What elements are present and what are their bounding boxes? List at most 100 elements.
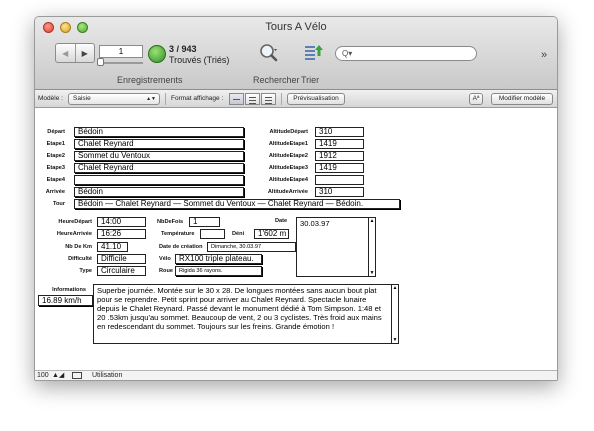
date-creation-label: Date de création [159,244,203,250]
type-field[interactable]: Circulaire [97,266,146,276]
found-count: 3 / 943 [169,44,197,54]
alt-etape4-label: AltitudeEtape4 [268,177,308,183]
roue-label: Roue [159,268,173,274]
layout-label: Modèle : [38,95,63,102]
etape1-field[interactable]: Chalet Reynard [74,139,244,149]
record-slider-knob[interactable] [97,58,104,66]
etape4-label: Etape4 [46,177,65,183]
edit-layout-button[interactable]: Modifier modèle [491,93,553,105]
sort-icon[interactable] [303,43,325,63]
tour-field[interactable]: Bédoin — Chalet Reynard — Sommet du Vent… [74,199,400,209]
temperature-label: Température [161,231,195,237]
quick-find-input[interactable]: Q▾ [335,46,477,61]
etape2-label: Etape2 [46,153,65,159]
date-value: 30.03.97 [300,219,330,228]
sort-label[interactable]: Trier [301,75,319,85]
date-field[interactable]: 30.03.97 ▲ ▼ [296,217,376,277]
alt-etape3-label: AltitudeEtape3 [268,165,308,171]
toolbar: Tours A Vélo ◀ ▶ 1 3 / 943 Trouvés (Trié… [35,17,557,90]
alt-etape2-label: AltitudeEtape2 [268,153,308,159]
depart-field[interactable]: Bédoin [74,127,244,137]
record-slider[interactable] [99,62,143,64]
alt-etape2-field[interactable]: 1912 [315,151,364,161]
list-view-icon[interactable] [245,93,260,105]
previous-record-icon[interactable]: ◀ [56,44,76,62]
magnifier-icon[interactable] [258,43,280,63]
deni-field[interactable]: 1'602 m [254,229,289,239]
etape2-field[interactable]: Sommet du Ventoux [74,151,244,161]
heure-arrivee-label: HeureArrivée [56,231,92,237]
scroll-up-icon[interactable]: ▲ [369,218,375,224]
scroll-up-icon[interactable]: ▲ [392,285,398,291]
view-as-label: Format affichage : [171,95,224,102]
alt-depart-label: AltitudeDépart [269,129,308,135]
found-set-pie-icon[interactable] [148,45,166,63]
alt-arrivee-field[interactable]: 310 [315,187,364,197]
deni-label: Déni [232,231,245,237]
type-label: Type [79,268,92,274]
roue-field[interactable]: Rigida 36 rayons. [175,266,262,276]
records-label: Enregistrements [117,75,183,85]
table-view-icon[interactable] [261,93,276,105]
status-bar: 100 ▲◢ Utilisation [35,370,557,380]
tour-label: Tour [52,201,65,207]
difficulte-label: Difficulté [68,256,92,262]
heure-depart-field[interactable]: 14:00 [97,217,146,227]
layout-select-value: Saisie [73,95,91,102]
nb-de-fois-field[interactable]: 1 [189,217,220,227]
temperature-field[interactable] [200,229,225,239]
separator [281,93,282,105]
more-tools-icon[interactable]: » [541,49,547,61]
scroll-down-icon[interactable]: ▼ [392,337,398,343]
arrivee-field[interactable]: Bédoin [74,187,244,197]
alt-etape1-field[interactable]: 1419 [315,139,364,149]
etape3-label: Etape3 [46,165,65,171]
velo-field[interactable]: RX100 triple plateau. [175,254,262,264]
layout-select[interactable]: Saisie ▲▼ [68,93,160,105]
find-label[interactable]: Rechercher [253,75,300,85]
informations-scrollbar[interactable]: ▲ ▼ [391,285,398,343]
found-status: Trouvés (Triés) [169,55,230,65]
date-label: Date [275,218,288,224]
window-title: Tours A Vélo [265,21,327,33]
arrivee-label: Arrivée [45,189,65,195]
alt-etape1-label: AltitudeEtape1 [268,141,308,147]
date-creation-field[interactable]: Dimanche, 30.03.97 [207,242,296,252]
layout-bar: Modèle : Saisie ▲▼ Format affichage : Pr… [35,90,557,108]
etape3-field[interactable]: Chalet Reynard [74,163,244,173]
etape1-label: Etape1 [46,141,65,147]
record-form: Départ Etape1 Etape2 Etape3 Etape4 Arriv… [35,109,557,365]
informations-text: Superbe journée. Montée sur le 30 x 28. … [97,286,382,331]
text-size-button[interactable]: Aª [469,93,483,105]
preview-button[interactable]: Prévisualisation [287,93,345,105]
record-navigation[interactable]: ◀ ▶ [55,43,95,63]
nb-de-km-label: Nb De Km [65,244,92,250]
toggle-status-toolbar-icon[interactable] [72,372,82,379]
heure-arrivee-field[interactable]: 16:26 [97,229,146,239]
velo-label: Vélo [159,256,171,262]
select-arrows-icon: ▲▼ [146,96,156,102]
zoom-level[interactable]: 100 [37,371,49,380]
nb-de-km-field[interactable]: 41.10 [97,242,128,252]
app-window: Tours A Vélo ◀ ▶ 1 3 / 943 Trouvés (Trié… [34,16,558,381]
record-number-field[interactable]: 1 [99,45,143,58]
depart-label: Départ [47,129,65,135]
separator [165,93,166,105]
alt-arrivee-label: AltitudeArrivée [267,189,308,195]
alt-etape3-field[interactable]: 1419 [315,163,364,173]
mode-label: Utilisation [92,372,123,379]
heure-depart-label: HeureDépart [58,219,92,225]
difficulte-field[interactable]: Difficile [97,254,146,264]
informations-label: Informations [52,287,86,293]
alt-depart-field[interactable]: 310 [315,127,364,137]
informations-field[interactable]: Superbe journée. Montée sur le 30 x 28. … [93,284,399,344]
next-record-icon[interactable]: ▶ [76,44,95,62]
date-scrollbar[interactable]: ▲ ▼ [368,218,375,276]
vitesse-field[interactable]: 16.89 km/h [38,295,93,306]
zoom-icon[interactable]: ▲◢ [52,371,64,380]
form-view-icon[interactable] [229,93,244,105]
etape4-field[interactable] [74,175,244,185]
nb-de-fois-label: NbDeFois [157,219,184,225]
scroll-down-icon[interactable]: ▼ [369,270,375,276]
alt-etape4-field[interactable] [315,175,364,185]
